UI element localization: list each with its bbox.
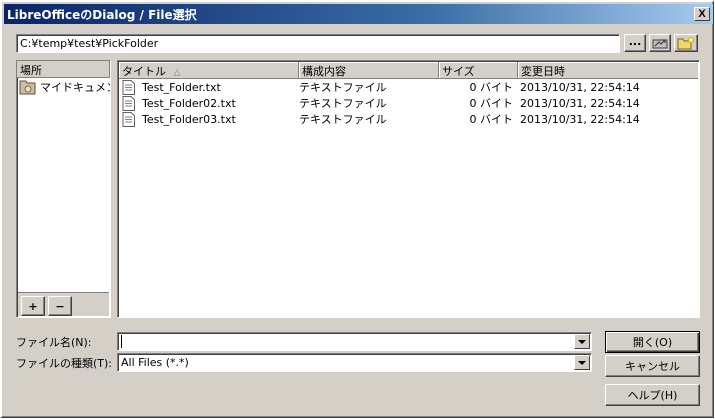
places-header: 場所: [17, 61, 110, 78]
place-item-label: マイドキュメント: [40, 81, 110, 94]
places-footer: + −: [18, 292, 109, 316]
remove-place-button[interactable]: −: [48, 296, 72, 316]
up-folder-icon: [652, 39, 668, 49]
new-folder-button[interactable]: [674, 34, 698, 52]
filetype-select[interactable]: All Files (*.*): [117, 353, 592, 372]
file-row[interactable]: Test_Folder.txt テキストファイル 0 バイト 2013/10/3…: [119, 80, 697, 96]
file-row[interactable]: Test_Folder03.txt テキストファイル 0 バイト 2013/10…: [119, 112, 697, 128]
column-header-title[interactable]: タイトル △: [119, 62, 299, 79]
new-folder-icon: [677, 36, 694, 49]
filename-input[interactable]: [117, 332, 592, 351]
filename-value: [121, 335, 122, 348]
places-panel: 場所 マイドキュメント + −: [16, 60, 111, 318]
file-list: タイトル △ 構成内容 サイズ 変更日時 Test_Folder.txt テキス…: [117, 60, 700, 318]
text-file-icon: [122, 112, 135, 127]
file-name: Test_Folder02.txt: [142, 97, 236, 110]
open-button[interactable]: 開く(O): [605, 331, 700, 353]
column-modified-label: 変更日時: [521, 65, 565, 78]
up-level-button[interactable]: [649, 34, 671, 52]
column-type-label: 構成内容: [302, 65, 346, 78]
file-row[interactable]: Test_Folder02.txt テキストファイル 0 バイト 2013/10…: [119, 96, 697, 112]
close-icon: X: [698, 8, 706, 20]
column-header-modified[interactable]: 変更日時: [518, 62, 698, 79]
filename-label: ファイル名(N):: [16, 336, 92, 349]
help-button[interactable]: ヘルプ(H): [605, 384, 700, 406]
filetype-label: ファイルの種類(T):: [16, 357, 113, 370]
file-size: 0 バイト: [469, 97, 514, 110]
file-modified: 2013/10/31, 22:54:14: [520, 113, 640, 126]
close-button[interactable]: X: [694, 7, 710, 21]
column-size-label: サイズ: [442, 65, 475, 78]
file-modified: 2013/10/31, 22:54:14: [520, 81, 640, 94]
file-name: Test_Folder03.txt: [142, 113, 236, 126]
column-title-label: タイトル: [122, 65, 166, 78]
file-modified: 2013/10/31, 22:54:14: [520, 97, 640, 110]
file-dialog-window: LibreOfficeのDialog / File選択 X C:¥temp¥te…: [0, 0, 715, 419]
title-bar[interactable]: LibreOfficeのDialog / File選択 X: [4, 4, 713, 24]
file-type: テキストファイル: [299, 97, 387, 110]
chevron-down-icon: [578, 339, 586, 344]
filetype-dropdown-button[interactable]: [574, 355, 590, 370]
filename-dropdown-button[interactable]: [574, 334, 590, 349]
browse-button[interactable]: ...: [624, 34, 646, 52]
add-place-button[interactable]: +: [21, 296, 45, 316]
sort-ascending-icon: △: [173, 68, 181, 78]
place-item-my-documents[interactable]: マイドキュメント: [17, 78, 110, 96]
filetype-value: All Files (*.*): [121, 356, 189, 369]
path-input[interactable]: C:¥temp¥test¥PickFolder: [16, 34, 620, 53]
file-size: 0 バイト: [469, 81, 514, 94]
my-documents-icon: [19, 80, 36, 95]
file-size: 0 バイト: [469, 113, 514, 126]
file-type: テキストファイル: [299, 81, 387, 94]
browse-label: ...: [628, 34, 642, 48]
column-header-type[interactable]: 構成内容: [299, 62, 439, 79]
text-file-icon: [122, 80, 135, 95]
chevron-down-icon: [578, 360, 586, 365]
file-name: Test_Folder.txt: [142, 81, 221, 94]
file-type: テキストファイル: [299, 113, 387, 126]
window-title: LibreOfficeのDialog / File選択: [7, 7, 197, 22]
text-file-icon: [122, 96, 135, 111]
cancel-button[interactable]: キャンセル: [605, 355, 700, 377]
column-header-size[interactable]: サイズ: [439, 62, 518, 79]
